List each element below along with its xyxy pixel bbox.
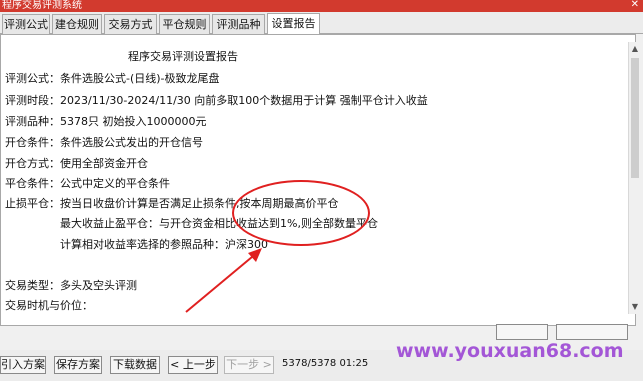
- prev-step-button[interactable]: < 上一步: [168, 356, 218, 374]
- save-scheme-button[interactable]: 保存方案: [54, 356, 102, 374]
- progress-status: 5378/5378 01:25: [282, 358, 369, 369]
- watermark: www.youxuan68.com: [396, 340, 624, 362]
- next-step-button[interactable]: 下一步 >: [224, 356, 274, 374]
- download-data-button[interactable]: 下载数据: [110, 356, 160, 374]
- right-action-button-1[interactable]: [496, 324, 548, 340]
- import-scheme-button[interactable]: 引入方案: [0, 356, 46, 374]
- right-action-button-2[interactable]: [556, 324, 628, 340]
